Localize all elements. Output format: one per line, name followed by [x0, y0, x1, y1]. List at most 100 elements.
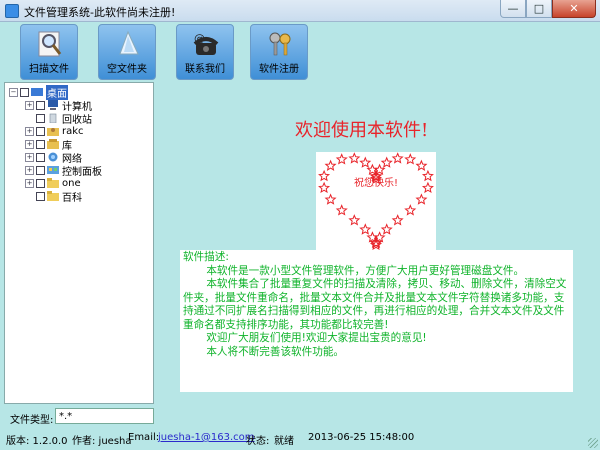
- network-icon: [48, 152, 58, 162]
- tree-item-baike[interactable]: 百科: [25, 190, 82, 204]
- author-text: 作者: juesha: [72, 436, 132, 447]
- register-label: 软件注册: [259, 64, 299, 75]
- tree-root[interactable]: − 桌面: [9, 84, 68, 100]
- collapse-icon[interactable]: −: [9, 87, 18, 97]
- expand-icon[interactable]: +: [25, 126, 34, 136]
- software-description: 软件描述: 本软件是一款小型文件管理软件，方便广大用户更好管理磁盘文件。 本软件…: [180, 250, 573, 392]
- star-icon: [391, 214, 404, 226]
- star-icon: [318, 169, 331, 182]
- description-heading: 软件描述:: [183, 251, 229, 263]
- tree-item-label: one: [62, 177, 81, 189]
- star-icon: [335, 153, 348, 165]
- star-icon: [421, 169, 434, 182]
- scan-files-label: 扫描文件: [29, 64, 69, 75]
- status-bar: 版本: 1.2.0.0 作者: juesha Email: juesha-1@1…: [0, 428, 600, 450]
- tree-item-label: 回收站: [62, 114, 92, 126]
- state-value: 就绪: [274, 436, 294, 447]
- heart-stars-graphic: 祝您快乐!: [318, 152, 434, 251]
- contact-us-label: 联系我们: [185, 64, 225, 75]
- tree-item-recycle-bin[interactable]: 回收站: [25, 112, 92, 126]
- star-icon: [359, 223, 372, 235]
- file-type-input[interactable]: [55, 408, 154, 424]
- keys-icon: [269, 32, 291, 56]
- magnifier-icon: [38, 31, 62, 57]
- tree-item-label: 百科: [62, 192, 82, 204]
- tree-item-computer[interactable]: + 计算机: [25, 99, 92, 113]
- register-button[interactable]: 软件注册: [250, 24, 308, 80]
- tree-item-network[interactable]: + 网络: [25, 151, 82, 165]
- star-icon: [380, 223, 393, 235]
- star-icon: [380, 156, 393, 168]
- folder-icon: [47, 191, 59, 201]
- expand-icon[interactable]: +: [25, 152, 34, 162]
- expand-icon[interactable]: +: [25, 165, 34, 175]
- desktop-icon: [31, 88, 43, 96]
- description-paragraph-4: 本人将不断完善该软件功能。: [206, 345, 345, 358]
- heart-greeting: 祝您快乐!: [354, 176, 398, 189]
- toolbar: 扫描文件 空文件夹 @ 联系我们 软件注册: [0, 22, 600, 82]
- minimize-button[interactable]: —: [500, 0, 526, 18]
- description-paragraph-2: 本软件集合了批量重复文件的扫描及清除，拷贝、移动、删除文件，清除空文件夹，批量文…: [183, 278, 567, 331]
- maximize-button[interactable]: □: [526, 0, 552, 18]
- contact-us-button[interactable]: @ 联系我们: [176, 24, 234, 80]
- star-icon: [415, 159, 428, 171]
- star-icon: [348, 214, 361, 226]
- tree-item-library[interactable]: + 库: [25, 138, 72, 152]
- description-paragraph-3: 欢迎广大朋友们使用!欢迎大家提出宝贵的意见!: [206, 332, 427, 344]
- star-icon: [324, 159, 337, 171]
- computer-icon: [48, 100, 58, 110]
- folder-icon: [47, 178, 59, 188]
- star-icon: [359, 156, 372, 168]
- empty-folder-label: 空文件夹: [107, 64, 147, 75]
- datetime-text: 2013-06-25 15:48:00: [308, 432, 415, 443]
- window-title: 文件管理系统-此软件尚未注册!: [24, 6, 176, 19]
- email-link[interactable]: juesha-1@163.com: [158, 432, 255, 443]
- star-icon: [415, 193, 428, 205]
- tree-checkbox[interactable]: [36, 178, 45, 188]
- app-icon: [5, 4, 19, 18]
- expand-icon[interactable]: +: [25, 139, 34, 149]
- tree-checkbox[interactable]: [36, 191, 45, 201]
- welcome-heading: 欢迎使用本软件!: [295, 120, 429, 141]
- heart-of-stars: 祝您快乐!: [316, 152, 436, 251]
- tree-checkbox[interactable]: [36, 100, 45, 110]
- star-icon: [404, 153, 417, 165]
- tree-checkbox[interactable]: [36, 126, 45, 136]
- state-label: 状态:: [246, 436, 270, 447]
- star-icon: [391, 152, 404, 164]
- description-paragraph-1: 本软件是一款小型文件管理软件，方便广大用户更好管理磁盘文件。: [206, 264, 525, 277]
- empty-folder-button[interactable]: 空文件夹: [98, 24, 156, 80]
- tree-item-rakc[interactable]: + rakc: [25, 125, 84, 137]
- tree-item-control-panel[interactable]: + 控制面板: [25, 164, 102, 178]
- star-icon: [318, 181, 331, 194]
- star-icon: [324, 193, 337, 205]
- tree-checkbox[interactable]: [36, 152, 45, 162]
- tree-item-one[interactable]: + one: [25, 177, 81, 189]
- scan-files-button[interactable]: 扫描文件: [20, 24, 78, 80]
- star-icon: [348, 152, 361, 164]
- window-controls: — □ ✕: [500, 0, 596, 20]
- file-type-label: 文件类型:: [10, 415, 54, 426]
- folder-tree[interactable]: − 桌面 + 计算机 回收站 + rakc + 库 + 网络 + 控制面板 + …: [4, 82, 154, 404]
- control-panel-icon: [47, 166, 59, 174]
- tree-checkbox[interactable]: [36, 165, 45, 175]
- tree-checkbox[interactable]: [20, 87, 29, 97]
- paper-icon: [119, 30, 139, 55]
- expand-icon[interactable]: +: [25, 100, 34, 110]
- tree-checkbox[interactable]: [36, 113, 45, 123]
- title-bar: 文件管理系统-此软件尚未注册! — □ ✕: [0, 0, 600, 22]
- resize-grip[interactable]: [588, 438, 598, 448]
- tree-item-label: 控制面板: [62, 166, 102, 178]
- recycle-bin-icon: [49, 113, 57, 123]
- version-text: 版本: 1.2.0.0: [6, 436, 68, 447]
- expand-icon[interactable]: +: [25, 178, 34, 188]
- email-label: Email:: [128, 432, 160, 443]
- user-folder-icon: [47, 128, 59, 136]
- library-icon: [47, 139, 59, 149]
- tree-item-label: rakc: [62, 125, 84, 137]
- telephone-icon: @: [193, 32, 219, 55]
- close-button[interactable]: ✕: [552, 0, 596, 18]
- star-icon: [335, 204, 348, 216]
- tree-checkbox[interactable]: [36, 139, 45, 149]
- star-icon: [421, 181, 434, 194]
